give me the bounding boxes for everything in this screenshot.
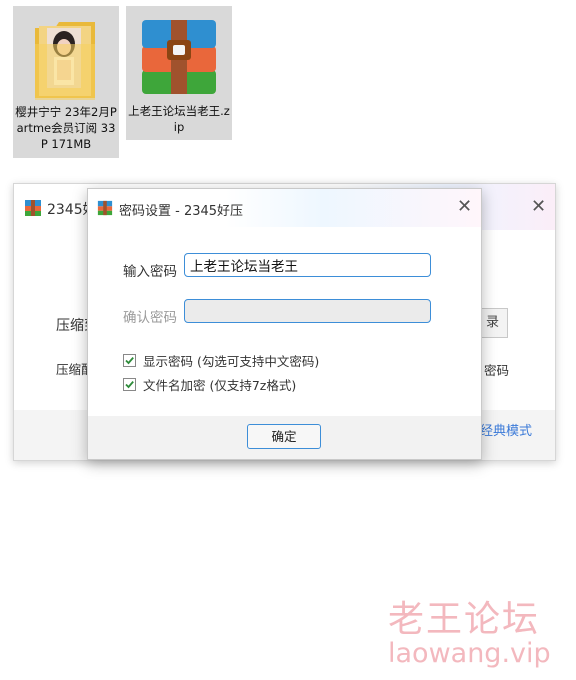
encrypt-filenames-checkbox[interactable] [123,378,136,391]
password-dialog: 密码设置 - 2345好压 ✕ 输入密码 确认密码 显示密码 (勾选可支持中文密… [87,188,482,460]
app-logo-icon [25,200,41,216]
show-password-label: 显示密码 (勾选可支持中文密码) [143,354,320,369]
close-icon[interactable]: ✕ [457,196,472,217]
zip-archive-icon [142,20,216,94]
dialog-titlebar: 密码设置 - 2345好压 ✕ [88,189,481,227]
password-input[interactable] [184,253,431,277]
desktop-file-folder[interactable]: 樱井宁宁 23年2月Partme会员订阅 33P 171MB [13,6,119,158]
ok-button[interactable]: 确定 [247,424,321,449]
confirm-password-label: 确认密码 [123,310,177,326]
encrypt-filenames-option[interactable]: 文件名加密 (仅支持7z格式) [123,375,296,394]
encrypt-filenames-label: 文件名加密 (仅支持7z格式) [143,378,297,393]
classic-mode-link[interactable]: 经典模式 [480,420,532,439]
watermark-url: laowang.vip [388,638,551,669]
password-text: 密码 [484,363,510,378]
file-name: 樱井宁宁 23年2月Partme会员订阅 33P 171MB [15,105,117,151]
dialog-footer: 确定 [88,416,481,459]
show-password-checkbox[interactable] [123,354,136,367]
checkmark-icon [125,381,134,389]
file-name: 上老王论坛当老王.zip [128,104,230,134]
close-icon[interactable]: ✕ [531,196,546,217]
checkmark-icon [125,357,134,365]
desktop-file-zip[interactable]: 上老王论坛当老王.zip [126,6,232,140]
show-password-option[interactable]: 显示密码 (勾选可支持中文密码) [123,351,319,370]
folder-icon [35,22,95,100]
app-logo-icon [97,200,113,216]
watermark-text: 老王论坛 [388,599,541,640]
password-label: 输入密码 [123,264,177,280]
dialog-title: 密码设置 - 2345好压 [119,204,244,219]
confirm-password-input[interactable] [184,299,431,323]
